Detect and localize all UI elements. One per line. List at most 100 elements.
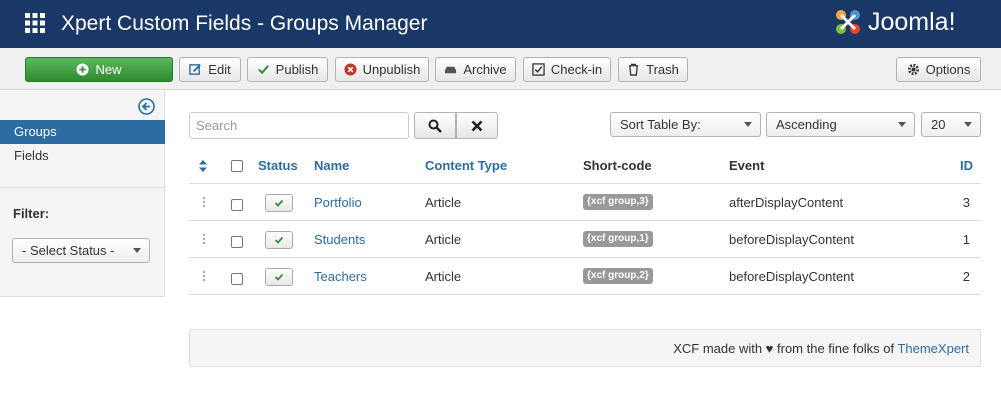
themexpert-link[interactable]: ThemeXpert: [897, 341, 969, 356]
edit-button[interactable]: Edit: [179, 57, 241, 82]
clear-search-button[interactable]: [456, 112, 498, 139]
id-cell: 1: [962, 231, 970, 247]
toolbar: New Edit Publish Unpublish Archive Check…: [0, 48, 1001, 90]
row-checkbox[interactable]: [231, 236, 243, 248]
new-button-label: New: [95, 62, 122, 77]
shortcode-cell: {xcf group,1}: [583, 221, 653, 257]
select-all-checkbox-cell: [231, 148, 243, 183]
joomla-logo-icon: [832, 6, 864, 38]
shortcode-badge: {xcf group,1}: [583, 231, 653, 247]
chevron-down-icon: [133, 248, 141, 253]
edit-button-label: Edit: [208, 62, 231, 77]
table-row: Portfolio Article {xcf group,3} afterDis…: [189, 184, 981, 221]
trash-button[interactable]: Trash: [618, 57, 688, 82]
list-limit-select[interactable]: 20: [921, 112, 981, 137]
unpublish-button[interactable]: Unpublish: [335, 57, 429, 82]
chevron-down-icon: [898, 122, 906, 127]
search-input[interactable]: [189, 112, 409, 139]
chevron-down-icon: [964, 122, 972, 127]
page-title: Xpert Custom Fields - Groups Manager: [61, 12, 428, 35]
row-checkbox-cell: [231, 184, 243, 220]
name-column-header[interactable]: Name: [314, 148, 349, 183]
check-icon: [274, 236, 284, 244]
published-toggle[interactable]: [265, 194, 293, 212]
checkin-icon: [532, 63, 545, 76]
app-header: Xpert Custom Fields - Groups Manager Joo…: [0, 0, 1001, 48]
table-header-row: Status Name Content Type Short-code Even…: [189, 148, 981, 184]
status-cell: [265, 184, 293, 220]
collapse-sidebar-icon[interactable]: [138, 98, 155, 115]
ordering-sort-icon[interactable]: [199, 148, 207, 183]
published-toggle[interactable]: [265, 268, 293, 286]
content-type-cell: Article: [425, 231, 462, 247]
status-column-header[interactable]: Status: [258, 148, 298, 183]
gear-icon: [907, 63, 919, 76]
content-type-cell: Article: [425, 268, 462, 284]
group-name-link[interactable]: Teachers: [314, 258, 367, 294]
archive-icon: [445, 66, 457, 74]
close-icon: [471, 120, 483, 131]
id-column-header[interactable]: ID: [960, 148, 973, 183]
unpublish-button-label: Unpublish: [362, 62, 421, 77]
event-cell: beforeDisplayContent: [729, 231, 855, 247]
publish-button[interactable]: Publish: [247, 57, 328, 82]
checkin-button-label: Check-in: [550, 62, 603, 77]
shortcode-badge: {xcf group,3}: [583, 194, 653, 210]
search-icon: [428, 119, 442, 133]
plus-circle-icon: [76, 63, 90, 76]
table-row: Students Article {xcf group,1} beforeDis…: [189, 221, 981, 258]
joomla-logo: Joomla!: [832, 6, 982, 40]
id-cell: 3: [962, 194, 970, 210]
check-icon: [257, 65, 269, 75]
select-all-checkbox[interactable]: [231, 159, 243, 172]
shortcode-badge: {xcf group,2}: [583, 268, 653, 284]
publish-button-label: Publish: [275, 62, 319, 77]
checkin-button[interactable]: Check-in: [523, 57, 611, 82]
shortcode-column-header: Short-code: [583, 158, 652, 173]
row-checkbox[interactable]: [231, 273, 243, 285]
options-button-label: Options: [925, 62, 971, 77]
sort-by-select[interactable]: Sort Table By:: [610, 112, 761, 137]
content-type-column-header[interactable]: Content Type: [425, 148, 507, 183]
trash-icon: [628, 63, 639, 76]
credits-footer: XCF made with ♥ from the fine folks of T…: [189, 329, 981, 367]
list-limit-value: 20: [931, 117, 946, 132]
sidebar: Groups Fields Filter: - Select Status -: [0, 91, 165, 297]
status-filter-select[interactable]: - Select Status -: [12, 238, 150, 263]
new-button[interactable]: New: [25, 57, 173, 82]
credits-prefix: XCF made with ♥ from the fine folks of: [673, 341, 895, 356]
check-icon: [274, 273, 284, 281]
status-cell: [265, 258, 293, 294]
drag-handle-icon[interactable]: [201, 221, 207, 257]
chevron-down-icon: [744, 122, 752, 127]
options-button[interactable]: Options: [896, 57, 981, 82]
drag-handle-icon[interactable]: [201, 258, 207, 294]
group-name-link[interactable]: Students: [314, 221, 365, 257]
content-type-cell: Article: [425, 194, 462, 210]
sort-direction-value: Ascending: [776, 117, 837, 132]
sort-direction-select[interactable]: Ascending: [766, 112, 915, 137]
shortcode-cell: {xcf group,2}: [583, 258, 653, 294]
event-column-header: Event: [729, 158, 765, 173]
trash-button-label: Trash: [646, 62, 679, 77]
sort-by-value: Sort Table By:: [620, 117, 701, 132]
group-name-link[interactable]: Portfolio: [314, 184, 362, 220]
sidebar-divider: [0, 187, 165, 188]
status-filter-value: - Select Status -: [22, 243, 115, 258]
sidebar-item-fields[interactable]: Fields: [0, 144, 165, 168]
sidebar-item-groups[interactable]: Groups: [0, 120, 165, 144]
edit-icon: [189, 64, 202, 75]
row-checkbox-cell: [231, 258, 243, 294]
archive-button[interactable]: Archive: [435, 57, 516, 82]
grid-menu-icon[interactable]: [25, 13, 45, 33]
row-checkbox[interactable]: [231, 199, 243, 211]
archive-button-label: Archive: [463, 62, 507, 77]
table-row: Teachers Article {xcf group,2} beforeDis…: [189, 258, 981, 295]
event-cell: beforeDisplayContent: [729, 268, 855, 284]
filter-label: Filter:: [13, 206, 50, 221]
status-cell: [265, 221, 293, 257]
published-toggle[interactable]: [265, 231, 293, 249]
drag-handle-icon[interactable]: [201, 184, 207, 220]
search-button[interactable]: [414, 112, 456, 139]
shortcode-cell: {xcf group,3}: [583, 184, 653, 220]
